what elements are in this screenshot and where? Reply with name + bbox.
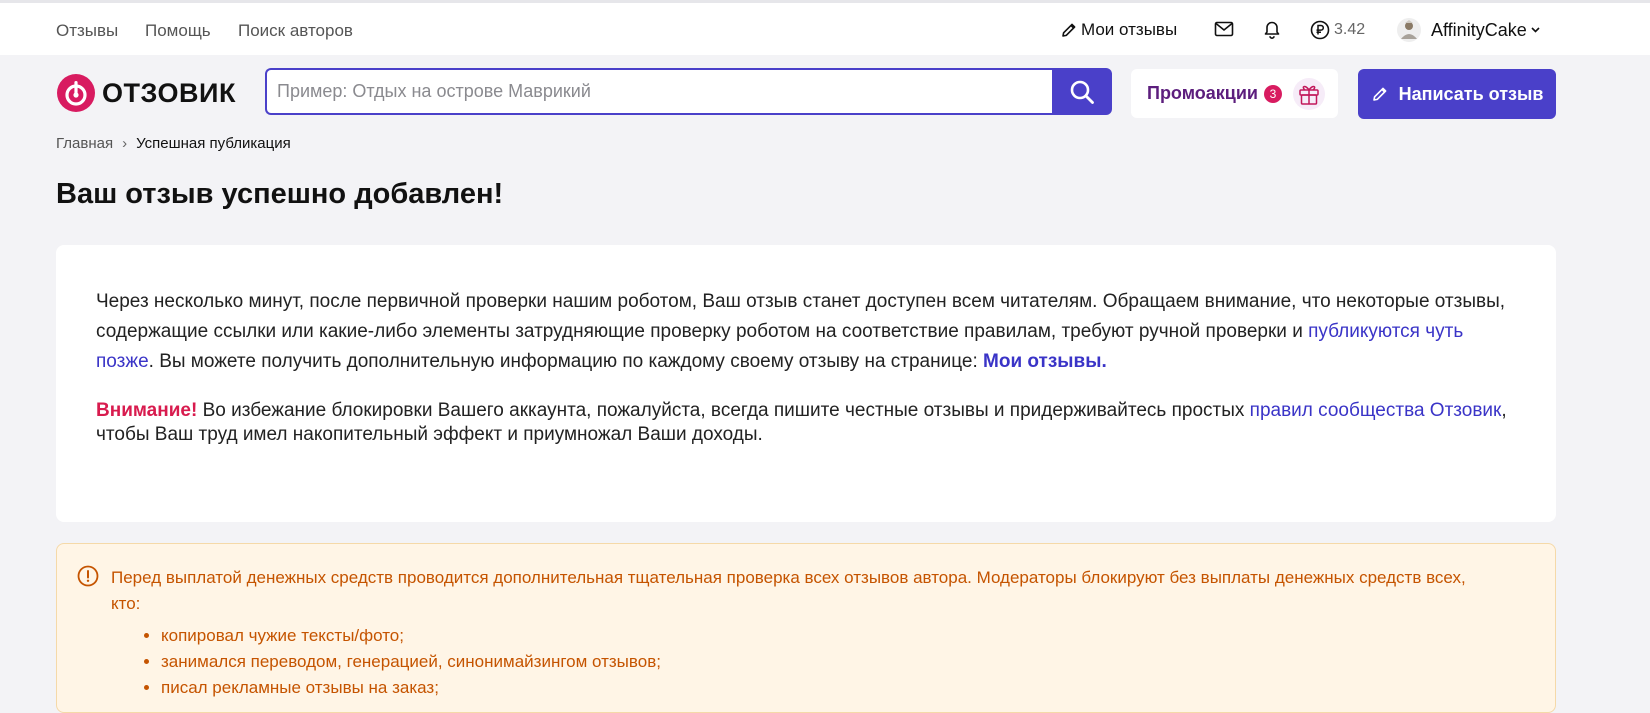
notice-list-item: копировал чужие тексты/фото; <box>161 623 1491 649</box>
gift-icon <box>1292 77 1326 111</box>
ruble-coin-icon <box>1310 20 1330 40</box>
bell-icon[interactable] <box>1263 19 1281 39</box>
user-menu[interactable]: AffinityCake <box>1396 17 1541 43</box>
logo-icon <box>56 73 96 113</box>
alert-circle-icon <box>77 565 99 587</box>
payout-notice: Перед выплатой денежных средств проводит… <box>56 543 1556 713</box>
mail-icon[interactable] <box>1214 21 1234 37</box>
logo-text: ОТЗОВИК <box>102 77 236 108</box>
search-button[interactable] <box>1052 68 1112 115</box>
promo-label: Промоакции <box>1147 83 1258 103</box>
breadcrumb: Главная › Успешная публикация <box>56 135 291 152</box>
chevron-down-icon <box>1530 26 1541 34</box>
pencil-icon <box>1060 21 1078 39</box>
write-review-label: Написать отзыв <box>1398 83 1544 104</box>
info-paragraph: Через несколько минут, после первичной п… <box>96 287 1516 377</box>
nav-link-reviews[interactable]: Отзывы <box>56 21 118 41</box>
write-review-button[interactable]: Написать отзыв <box>1358 69 1556 119</box>
breadcrumb-current: Успешная публикация <box>136 135 291 152</box>
breadcrumb-home[interactable]: Главная <box>56 135 113 152</box>
notice-text: Перед выплатой денежных средств проводит… <box>111 568 1466 613</box>
username: AffinityCake <box>1431 19 1527 40</box>
nav-link-author-search[interactable]: Поиск авторов <box>238 21 353 41</box>
promo-button[interactable]: Промоакции 3 <box>1131 69 1338 118</box>
search-field[interactable] <box>265 68 1053 115</box>
balance[interactable]: 3.42 <box>1310 20 1365 40</box>
top-bar: Отзывы Помощь Поиск авторов Мои отзывы 3… <box>0 0 1650 55</box>
notice-list-item: писал рекламные отзывы на заказ; <box>161 675 1491 701</box>
search-icon <box>1069 79 1095 105</box>
notice-body: Перед выплатой денежных средств проводит… <box>111 565 1491 701</box>
balance-value: 3.42 <box>1334 21 1366 38</box>
notice-list: копировал чужие тексты/фото; занимался п… <box>111 623 1491 701</box>
notice-list-item: занимался переводом, генерацией, синоним… <box>161 649 1491 675</box>
page-title: Ваш отзыв успешно добавлен! <box>56 178 504 210</box>
info-text-2: . Вы можете получить дополнительную инфо… <box>148 351 984 372</box>
info-text-1: Через несколько минут, после первичной п… <box>96 291 1506 342</box>
search-input[interactable] <box>267 70 1053 113</box>
info-card: Через несколько минут, после первичной п… <box>56 245 1556 522</box>
my-reviews-link[interactable]: Мои отзывы <box>1060 20 1177 40</box>
my-reviews-page-link[interactable]: Мои отзывы. <box>983 351 1107 372</box>
promo-count-badge: 3 <box>1263 84 1282 103</box>
avatar <box>1396 17 1422 43</box>
warning-text-1: Во избежание блокировки Вашего аккаунта,… <box>197 400 1250 421</box>
warning-paragraph: Внимание! Во избежание блокировки Вашего… <box>96 399 1516 447</box>
nav-link-help[interactable]: Помощь <box>145 21 211 41</box>
my-reviews-label: Мои отзывы <box>1081 20 1178 39</box>
logo[interactable]: ОТЗОВИК <box>56 73 236 113</box>
community-rules-link[interactable]: правил сообщества Отзовик <box>1250 400 1502 421</box>
pencil-icon <box>1371 85 1389 103</box>
warning-label: Внимание! <box>96 400 198 421</box>
breadcrumb-separator: › <box>122 135 128 152</box>
